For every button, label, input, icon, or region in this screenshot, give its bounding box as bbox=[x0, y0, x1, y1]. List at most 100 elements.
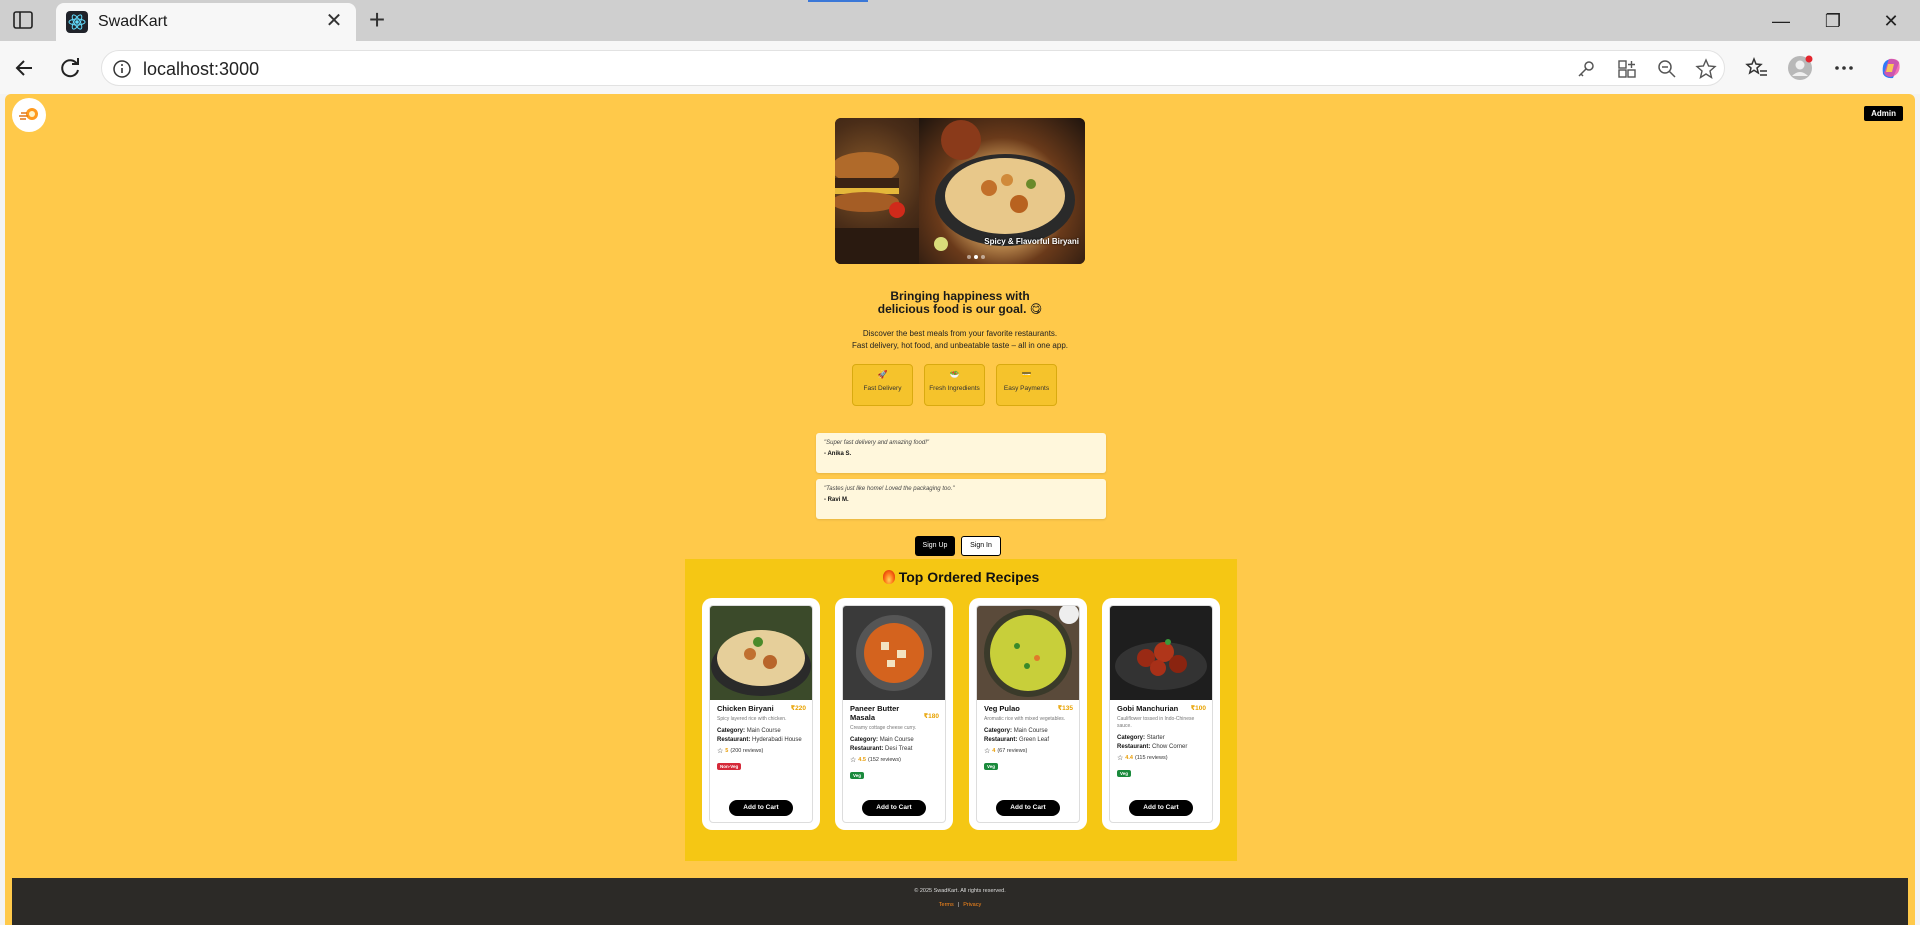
gobi-manchurian-image bbox=[1110, 606, 1212, 700]
carousel-dots bbox=[967, 255, 985, 259]
rating-value: 4.5 bbox=[858, 757, 866, 763]
testimonial-quote: "Super fast delivery and amazing food!" bbox=[824, 440, 929, 446]
favorites-icon[interactable] bbox=[1742, 54, 1770, 82]
recipe-card: Paneer Butter Masala ₹180 Creamy cottage… bbox=[835, 598, 953, 830]
category-label: Category: bbox=[984, 728, 1013, 734]
copilot-icon[interactable] bbox=[1877, 54, 1905, 82]
recipe-name: Paneer Butter Masala bbox=[850, 704, 900, 722]
recipe-category: Category: Main Course bbox=[984, 727, 1072, 735]
recipe-card-body: Gobi Manchurian ₹100 Cauliflower tossed … bbox=[1110, 700, 1212, 780]
hero-headline: Bringing happiness with delicious food i… bbox=[5, 290, 1915, 316]
recipe-category: Category: Starter bbox=[1117, 734, 1205, 742]
category-value: Main Course bbox=[746, 728, 781, 734]
close-tab-icon[interactable]: ✕ bbox=[324, 11, 344, 31]
refresh-icon[interactable] bbox=[55, 53, 85, 83]
restaurant-label: Restaurant: bbox=[1117, 744, 1151, 750]
site-info-icon[interactable] bbox=[112, 59, 132, 79]
feature-label: Fast Delivery bbox=[863, 385, 902, 392]
back-icon[interactable] bbox=[10, 53, 40, 83]
recipe-name: Chicken Biryani bbox=[717, 704, 774, 713]
burger-slide-image bbox=[835, 118, 919, 264]
recipe-card: Chicken Biryani ₹220 Spicy layered rice … bbox=[702, 598, 820, 830]
recipe-price: ₹100 bbox=[1190, 705, 1206, 712]
restaurant-value: Green Leaf bbox=[1019, 737, 1050, 743]
address-bar-row: localhost:3000 bbox=[0, 41, 1920, 94]
review-count: (152 reviews) bbox=[867, 757, 901, 763]
recipe-rating: ☆ 4.5 (152 reviews) bbox=[850, 756, 938, 764]
recipe-description: Spicy layered rice with chicken. bbox=[717, 716, 787, 722]
profile-avatar[interactable] bbox=[1786, 54, 1814, 82]
favorite-star-icon[interactable] bbox=[1695, 58, 1717, 80]
star-icon: ☆ bbox=[1117, 755, 1124, 762]
recipe-restaurant: Restaurant: Desi Treat bbox=[850, 745, 938, 753]
restore-icon[interactable]: ❐ bbox=[1818, 8, 1848, 34]
new-tab-icon[interactable]: + bbox=[364, 6, 390, 34]
recipe-card-inner: Chicken Biryani ₹220 Spicy layered rice … bbox=[709, 605, 813, 823]
feature-label: Easy Payments bbox=[1003, 385, 1050, 392]
subtext-line-2: Fast delivery, hot food, and unbeatable … bbox=[852, 341, 1068, 350]
recipe-description: Cauliflower tossed in Indo-Chinese sauce… bbox=[1117, 716, 1195, 729]
recipe-card: Veg Pulao ₹135 Aromatic rice with mixed … bbox=[969, 598, 1087, 830]
add-to-cart-button[interactable]: Add to Cart bbox=[862, 800, 926, 816]
footer-links: Terms | Privacy bbox=[12, 902, 1908, 908]
category-label: Category: bbox=[850, 737, 879, 743]
recipe-rating: ☆ 4 (67 reviews) bbox=[984, 747, 1072, 755]
page-viewport: Admin Spicy & Flavorful Biryani Bringing… bbox=[5, 94, 1915, 925]
minimize-icon[interactable]: — bbox=[1766, 8, 1796, 34]
testimonial-card: "Tastes just like home! Loved the packag… bbox=[816, 479, 1106, 519]
browser-tab[interactable]: SwadKart ✕ bbox=[56, 3, 356, 41]
top-recipes-section: Top Ordered Recipes Chicken Biryani ₹220… bbox=[685, 559, 1237, 861]
more-options-icon[interactable] bbox=[1830, 54, 1858, 82]
star-icon: ☆ bbox=[850, 757, 857, 764]
recipe-price: ₹220 bbox=[790, 705, 806, 712]
review-count: (115 reviews) bbox=[1134, 755, 1168, 761]
zoom-out-icon[interactable] bbox=[1656, 58, 1678, 80]
sign-in-button[interactable]: Sign In bbox=[961, 536, 1001, 556]
privacy-link[interactable]: Privacy bbox=[963, 902, 981, 908]
sign-up-button[interactable]: Sign Up bbox=[915, 536, 955, 556]
carousel-dot-1[interactable] bbox=[967, 255, 971, 259]
restaurant-value: Hyderabadi House bbox=[752, 737, 802, 743]
recipe-description: Aromatic rice with mixed vegetables. bbox=[984, 716, 1066, 722]
recipe-restaurant: Restaurant: Green Leaf bbox=[984, 736, 1072, 744]
recipe-card-inner: Paneer Butter Masala ₹180 Creamy cottage… bbox=[842, 605, 946, 823]
paneer-butter-masala-image bbox=[843, 606, 945, 700]
browser-tab-bar: SwadKart ✕ + — ❐ ✕ bbox=[0, 0, 1920, 41]
terms-link[interactable]: Terms bbox=[939, 902, 954, 908]
hero-carousel[interactable]: Spicy & Flavorful Biryani bbox=[835, 118, 1085, 264]
credit-card-icon: 💳 bbox=[1021, 370, 1032, 379]
recipe-restaurant: Restaurant: Hyderabadi House bbox=[717, 736, 805, 744]
carousel-dot-2[interactable] bbox=[974, 255, 978, 259]
recipe-card: Gobi Manchurian ₹100 Cauliflower tossed … bbox=[1102, 598, 1220, 830]
recipe-card-body: Chicken Biryani ₹220 Spicy layered rice … bbox=[710, 700, 812, 773]
add-to-cart-button[interactable]: Add to Cart bbox=[729, 800, 793, 816]
section-title-text: Top Ordered Recipes bbox=[898, 569, 1040, 585]
veg-badge: Veg bbox=[1117, 770, 1132, 777]
url-text[interactable]: localhost:3000 bbox=[143, 59, 259, 80]
subtext-line-1: Discover the best meals from your favori… bbox=[862, 329, 1058, 338]
close-window-icon[interactable]: ✕ bbox=[1876, 8, 1906, 34]
swadkart-logo[interactable] bbox=[12, 98, 46, 132]
recipe-name: Veg Pulao bbox=[984, 704, 1020, 713]
add-to-cart-button[interactable]: Add to Cart bbox=[1129, 800, 1193, 816]
carousel-dot-3[interactable] bbox=[981, 255, 985, 259]
add-to-cart-button[interactable]: Add to Cart bbox=[996, 800, 1060, 816]
recipe-price: ₹180 bbox=[923, 713, 939, 720]
feature-fast-delivery: 🚀 Fast Delivery bbox=[852, 364, 913, 406]
feature-list: 🚀 Fast Delivery 🥗 Fresh Ingredients 💳 Ea… bbox=[852, 364, 1057, 406]
veg-badge: Veg bbox=[984, 763, 999, 770]
tab-actions-icon[interactable] bbox=[12, 10, 36, 32]
recipe-card-inner: Gobi Manchurian ₹100 Cauliflower tossed … bbox=[1109, 605, 1213, 823]
category-value: Main Course bbox=[879, 737, 914, 743]
hero-subtext: Discover the best meals from your favori… bbox=[5, 328, 1915, 352]
footer-copyright: © 2025 SwadKart. All rights reserved. bbox=[914, 888, 1006, 894]
recipe-price: ₹135 bbox=[1057, 705, 1073, 712]
star-icon: ☆ bbox=[984, 748, 991, 755]
restaurant-value: Chow Corner bbox=[1152, 744, 1188, 750]
url-bar[interactable]: localhost:3000 bbox=[101, 50, 1725, 86]
testimonial-author: - Anika S. bbox=[824, 451, 852, 457]
admin-button[interactable]: Admin bbox=[1864, 106, 1903, 121]
apps-icon[interactable] bbox=[1616, 58, 1638, 80]
footer-separator: | bbox=[957, 902, 960, 908]
key-icon[interactable] bbox=[1575, 58, 1597, 80]
